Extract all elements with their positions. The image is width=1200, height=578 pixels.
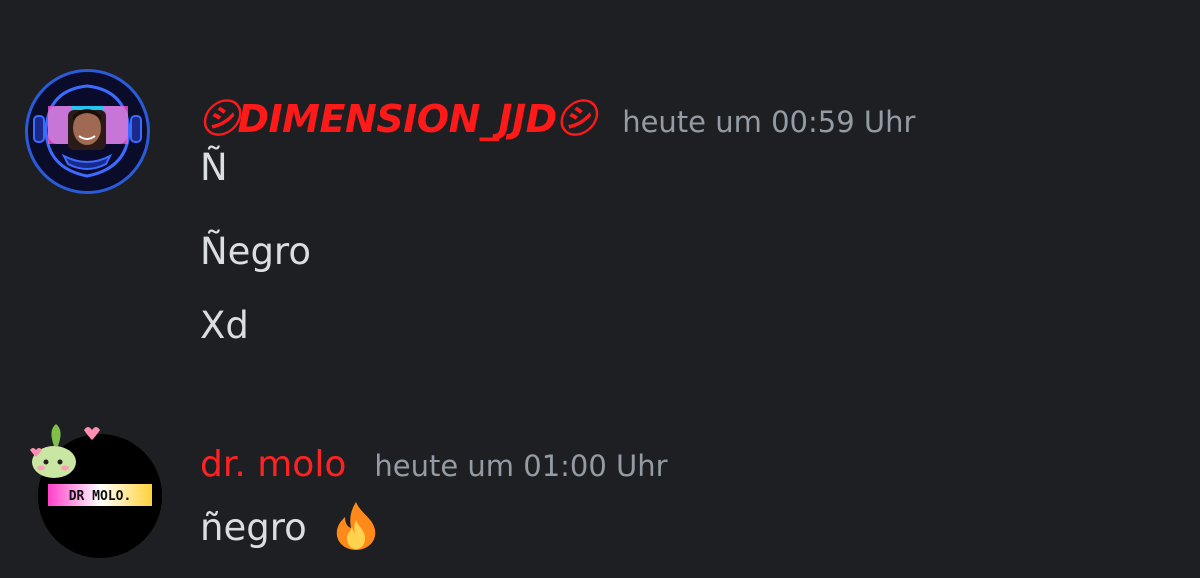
timestamp[interactable]: heute um 01:00 Uhr	[374, 449, 667, 483]
sprout-mascot-icon	[30, 424, 100, 478]
message-content: Ñ	[200, 146, 228, 189]
message-group: DR MOLO. dr. molo heute um 01:00 Uhr ñeg…	[0, 400, 1200, 578]
message-group: ㋛DIMENSION_JJD㋛ heute um 00:59 Uhr Ñ Ñeg…	[0, 0, 1200, 400]
message-header: dr. molo heute um 01:00 Uhr	[200, 444, 668, 485]
message-content: Xd	[200, 304, 249, 347]
message-content: Ñegro	[200, 230, 311, 273]
username[interactable]: ㋛DIMENSION_JJD㋛	[200, 88, 595, 143]
message-header: ㋛DIMENSION_JJD㋛ heute um 00:59 Uhr	[200, 88, 915, 143]
avatar-badge-text: DR MOLO.	[69, 489, 132, 504]
fire-emoji-icon[interactable]	[327, 500, 385, 559]
user-avatar[interactable]	[25, 69, 150, 194]
robot-helmet-avatar-icon	[33, 84, 142, 178]
message-content: ñegro	[200, 500, 385, 559]
username[interactable]: dr. molo	[200, 444, 346, 485]
timestamp[interactable]: heute um 00:59 Uhr	[622, 105, 915, 139]
message-text: ñegro	[200, 506, 307, 549]
